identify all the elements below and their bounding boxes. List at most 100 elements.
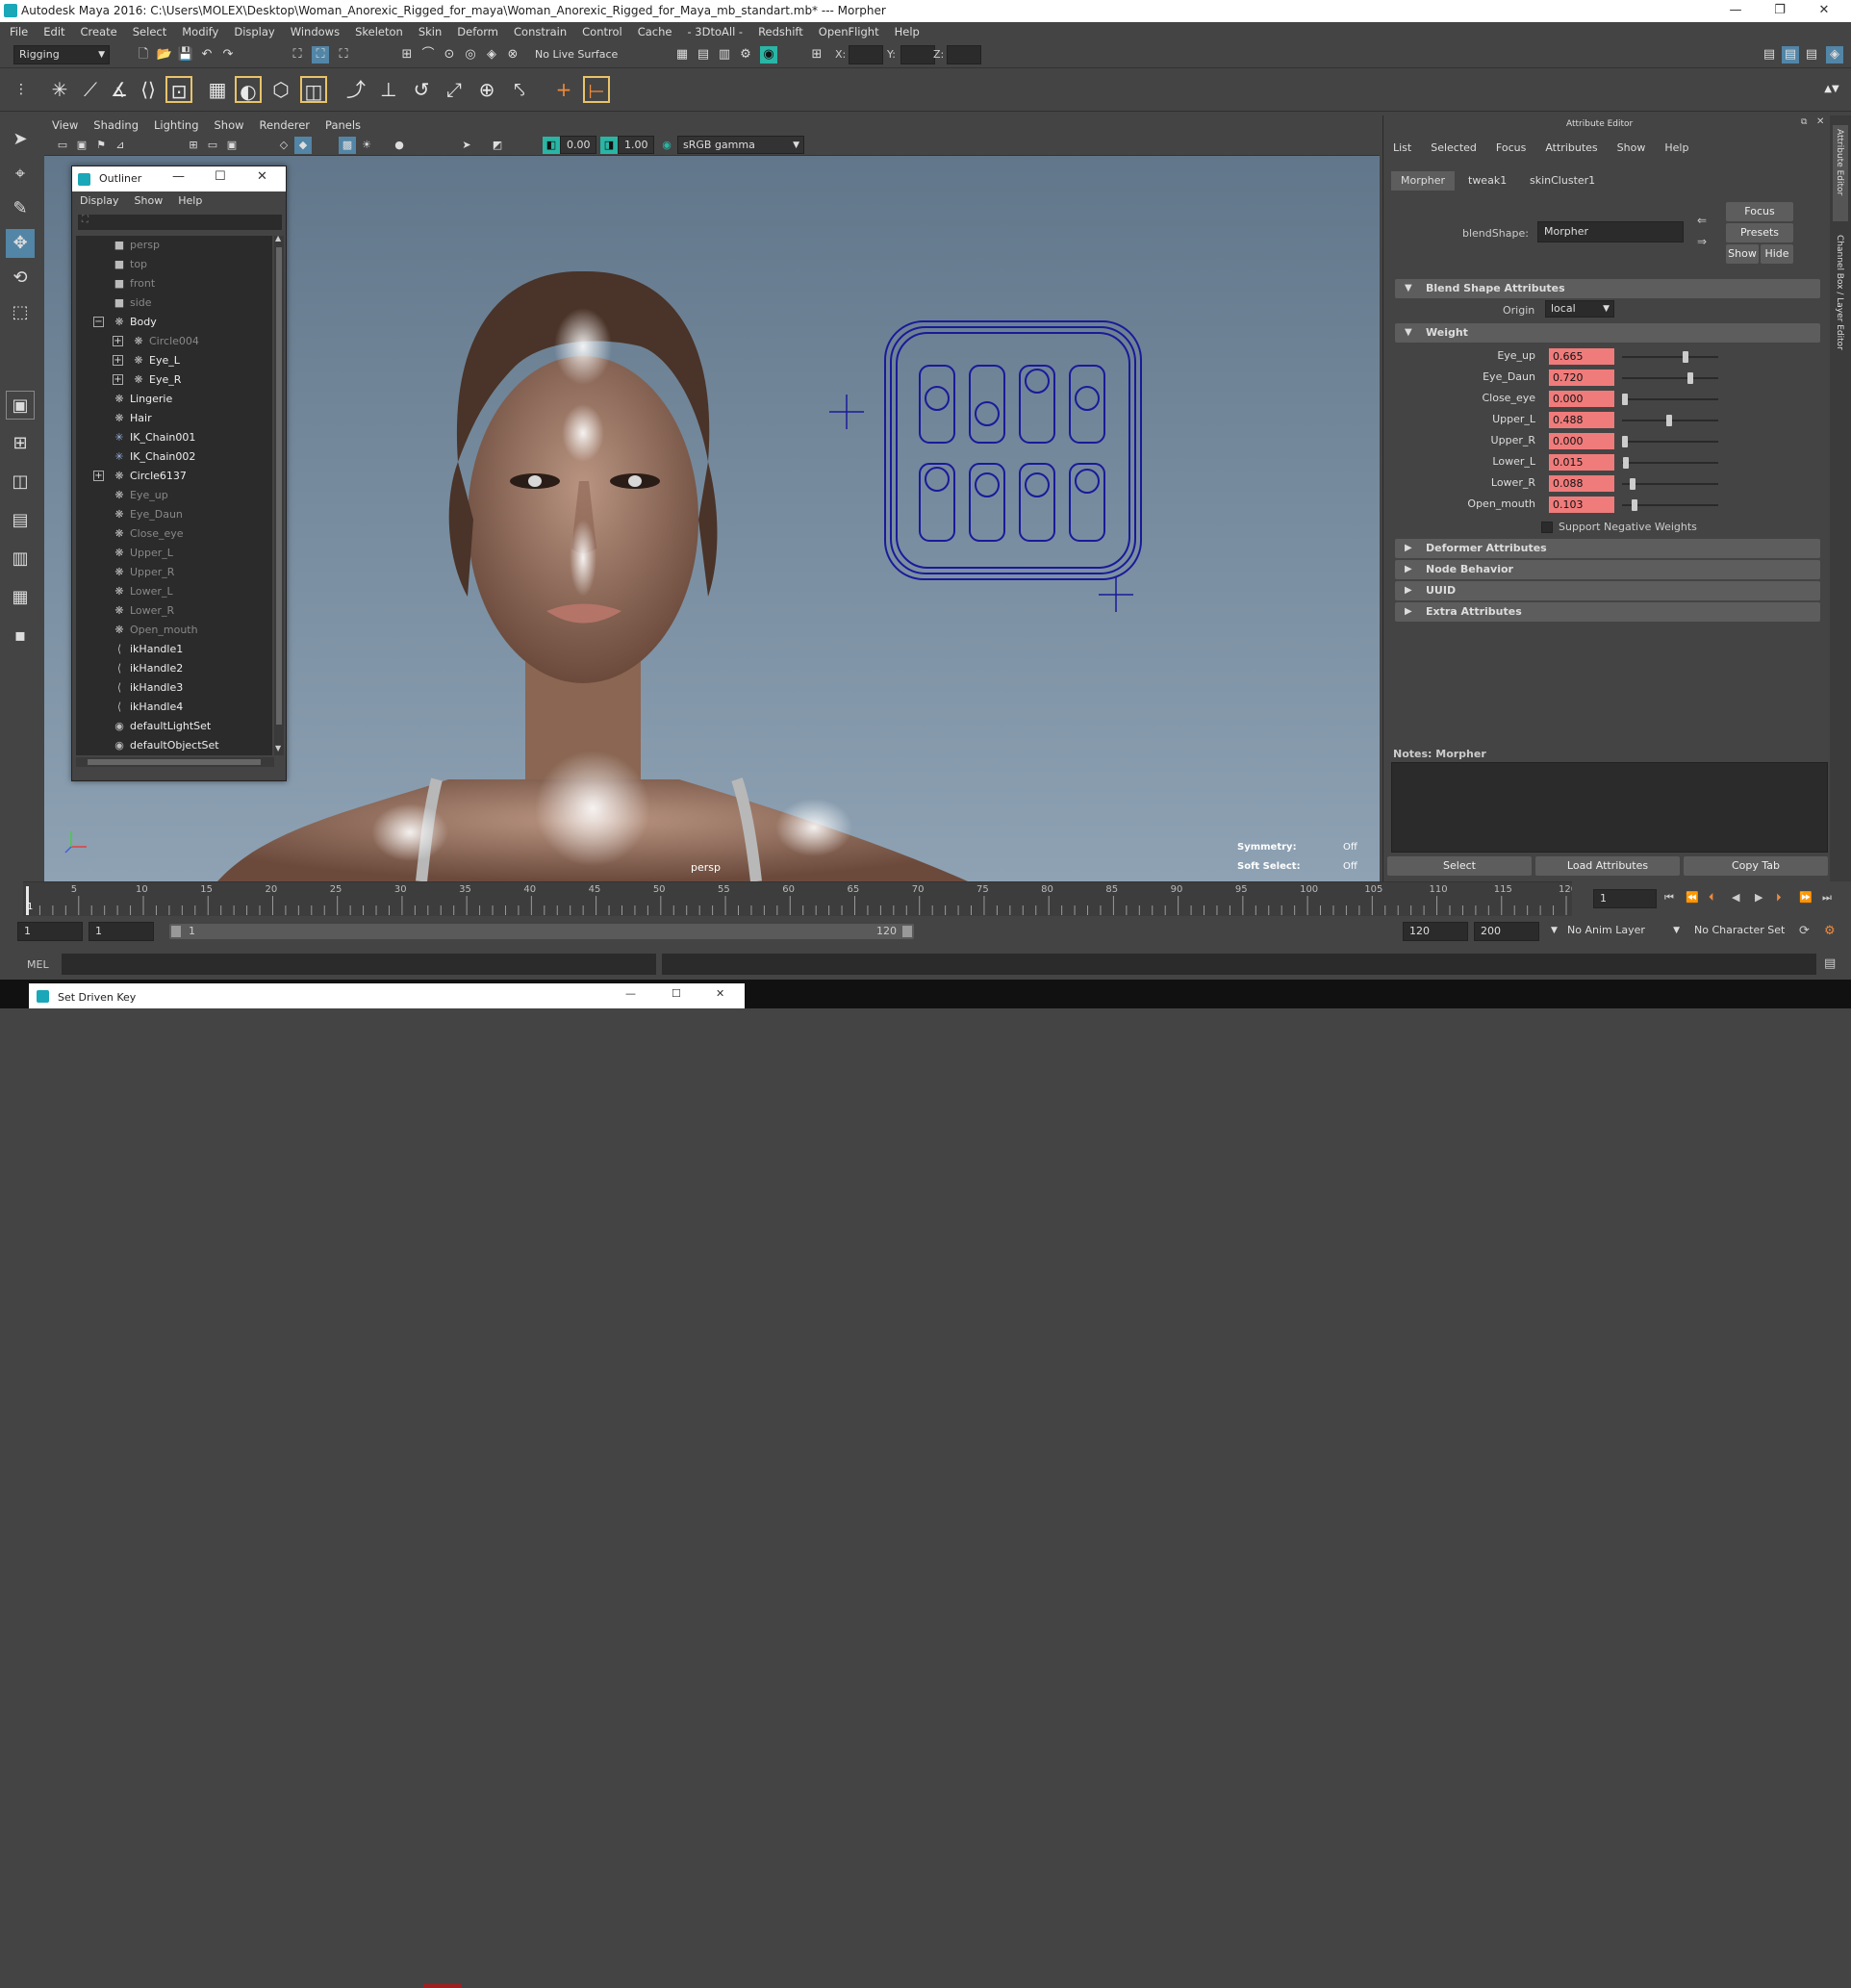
orient-constraint-icon[interactable]: ↺ xyxy=(408,76,435,103)
outliner-item[interactable]: ■ front xyxy=(76,274,272,293)
weight-slider-knob[interactable] xyxy=(1622,436,1628,447)
section-weight[interactable]: ▼ Weight xyxy=(1395,323,1820,343)
expand-icon[interactable]: + xyxy=(113,374,123,385)
outliner-item[interactable]: − ❋ Body xyxy=(76,313,272,332)
outliner-item[interactable]: ⟨ ikHandle1 xyxy=(76,640,272,659)
lasso-tool-icon[interactable]: ⌖ xyxy=(6,160,35,189)
step-forward-frame-icon[interactable]: ⏵ xyxy=(1776,891,1782,905)
range-slider-start-handle[interactable] xyxy=(171,926,181,937)
outliner-search-field[interactable]: ⛶ xyxy=(78,215,282,230)
weight-slider-track[interactable] xyxy=(1622,356,1718,358)
isolate-select-icon[interactable]: ➤ xyxy=(458,137,475,154)
command-input[interactable] xyxy=(62,954,656,975)
playback-start-field[interactable]: 1 xyxy=(89,922,154,941)
blend-shape-icon[interactable]: ◐ xyxy=(235,76,262,103)
ae-menu-show[interactable]: Show xyxy=(1608,141,1656,154)
undo-icon[interactable]: ↶ xyxy=(198,46,216,64)
weight-slider-track[interactable] xyxy=(1622,398,1718,400)
four-view-icon[interactable]: ⊞ xyxy=(6,429,35,458)
outliner-item[interactable]: ❋ Lower_R xyxy=(76,601,272,621)
menu-display[interactable]: Display xyxy=(226,22,282,41)
menu-select[interactable]: Select xyxy=(125,22,174,41)
maximize-button[interactable]: ❐ xyxy=(1761,0,1799,22)
sidebar-toggle-icon[interactable]: ▤ xyxy=(1761,46,1778,64)
time-slider[interactable]: 5 10 15 20 25 30 35 40 45 50 55 60 65 70 75 80 85 90 95 100… xyxy=(23,881,1572,917)
two-view-icon[interactable]: ◫ xyxy=(6,468,35,497)
command-language-label[interactable]: MEL xyxy=(27,958,49,971)
menu-create[interactable]: Create xyxy=(73,22,125,41)
outliner-maximize-button[interactable]: ☐ xyxy=(215,169,226,184)
scroll-thumb[interactable] xyxy=(276,247,282,725)
weight-slider-track[interactable] xyxy=(1622,441,1718,443)
ipr-render-icon[interactable]: ▥ xyxy=(716,46,733,64)
hscroll-thumb[interactable] xyxy=(88,759,261,765)
cluster-icon[interactable]: ◫ xyxy=(300,76,327,103)
exposure-field[interactable]: 0.00 xyxy=(560,136,596,154)
close-button[interactable]: ✕ xyxy=(1805,0,1843,22)
exposure-icon[interactable]: ◧ xyxy=(543,137,560,154)
tab-morpher[interactable]: Morpher xyxy=(1391,171,1455,191)
section-uuid[interactable]: ▶ UUID xyxy=(1395,581,1820,600)
outliner-item[interactable]: + ❋ Circle004 xyxy=(76,332,272,351)
select-component-icon[interactable]: ⛶ xyxy=(335,46,352,64)
hypershade-icon[interactable]: ◉ xyxy=(760,46,777,64)
tab-skincluster1[interactable]: skinCluster1 xyxy=(1520,171,1605,191)
go-to-end-icon[interactable]: ⏭ xyxy=(1822,891,1832,905)
menu-help[interactable]: Help xyxy=(887,22,927,41)
scale-constraint-icon[interactable]: ⤢ xyxy=(441,76,468,103)
outliner-item[interactable]: ❋ Lower_L xyxy=(76,582,272,601)
single-view-icon[interactable]: ▣ xyxy=(6,391,35,420)
lattice-icon[interactable]: ▦ xyxy=(204,76,231,103)
menu-skeleton[interactable]: Skeleton xyxy=(347,22,411,41)
gamma-icon[interactable]: ◨ xyxy=(600,137,618,154)
mirror-joint-icon[interactable]: ⟨⟩ xyxy=(135,76,162,103)
shelf-scroll-icon[interactable]: ▲▼ xyxy=(1818,76,1845,103)
camera-attributes-icon[interactable]: ▣ xyxy=(73,137,90,154)
save-scene-icon[interactable]: 💾 xyxy=(177,46,194,64)
weight-value-field[interactable]: 0.720 xyxy=(1549,370,1614,386)
outliner-item[interactable]: ■ persp xyxy=(76,236,272,255)
paint-select-icon[interactable]: ✎ xyxy=(6,194,35,223)
lights-icon[interactable]: ☀ xyxy=(358,137,375,154)
view-transform-dropdown[interactable]: sRGB gamma ▼ xyxy=(677,136,804,154)
snap-grid-icon[interactable]: ⊞ xyxy=(398,46,416,64)
focus-button[interactable]: Focus xyxy=(1726,202,1793,221)
channel-box-toggle-icon[interactable]: ▤ xyxy=(1782,46,1799,64)
snap-view-icon[interactable]: ◎ xyxy=(462,46,479,64)
ik-handle-icon[interactable]: ⟋ xyxy=(77,76,104,103)
point-constraint-icon[interactable]: ⊥ xyxy=(375,76,402,103)
weight-slider-knob[interactable] xyxy=(1682,351,1688,363)
outliner-item[interactable]: ❋ Upper_L xyxy=(76,544,272,563)
section-node-behavior[interactable]: ▶ Node Behavior xyxy=(1395,560,1820,579)
new-scene-icon[interactable]: 🗋 xyxy=(135,46,152,64)
menu-windows[interactable]: Windows xyxy=(283,22,347,41)
outliner-item[interactable]: ✳ IK_Chain002 xyxy=(76,447,272,467)
gamma-field[interactable]: 1.00 xyxy=(618,136,654,154)
outliner-menu-show[interactable]: Show xyxy=(127,191,171,211)
redo-icon[interactable]: ↷ xyxy=(219,46,237,64)
outliner-menu-help[interactable]: Help xyxy=(170,191,210,211)
outliner-item[interactable]: + ❋ Eye_R xyxy=(76,370,272,390)
outliner-titlebar[interactable]: Outliner — ☐ ✕ xyxy=(72,166,286,191)
resolution-gate-icon[interactable]: ▣ xyxy=(223,137,241,154)
render-frame-icon[interactable]: ▤ xyxy=(695,46,712,64)
outliner-item[interactable]: ❋ Upper_R xyxy=(76,563,272,582)
weight-slider-knob[interactable] xyxy=(1623,457,1630,469)
attribute-editor-toggle-icon[interactable]: ▤ xyxy=(1803,46,1820,64)
outliner-item[interactable]: + ❋ Eye_L xyxy=(76,351,272,370)
sdk-maximize-button[interactable]: ☐ xyxy=(672,987,681,1000)
weight-value-field[interactable]: 0.000 xyxy=(1549,391,1614,407)
outliner-item[interactable]: ❋ Hair xyxy=(76,409,272,428)
outliner-item[interactable]: ❋ Eye_Daun xyxy=(76,505,272,524)
output-connections-icon[interactable]: ⇒ xyxy=(1697,235,1707,248)
go-to-start-icon[interactable]: ⏮ xyxy=(1664,891,1674,905)
float-panel-icon[interactable]: ⧉ xyxy=(1801,117,1807,127)
notes-field[interactable] xyxy=(1391,762,1828,853)
custom-layout-icon[interactable]: ▪ xyxy=(6,622,35,650)
ae-menu-attributes[interactable]: Attributes xyxy=(1535,141,1607,154)
weight-slider-knob[interactable] xyxy=(1631,499,1637,511)
set-driven-key-icon[interactable]: ⊢ xyxy=(583,76,610,103)
menu-control[interactable]: Control xyxy=(574,22,630,41)
snap-curve-icon[interactable]: ⌒ xyxy=(419,46,437,64)
play-backwards-icon[interactable]: ◀ xyxy=(1732,891,1739,904)
